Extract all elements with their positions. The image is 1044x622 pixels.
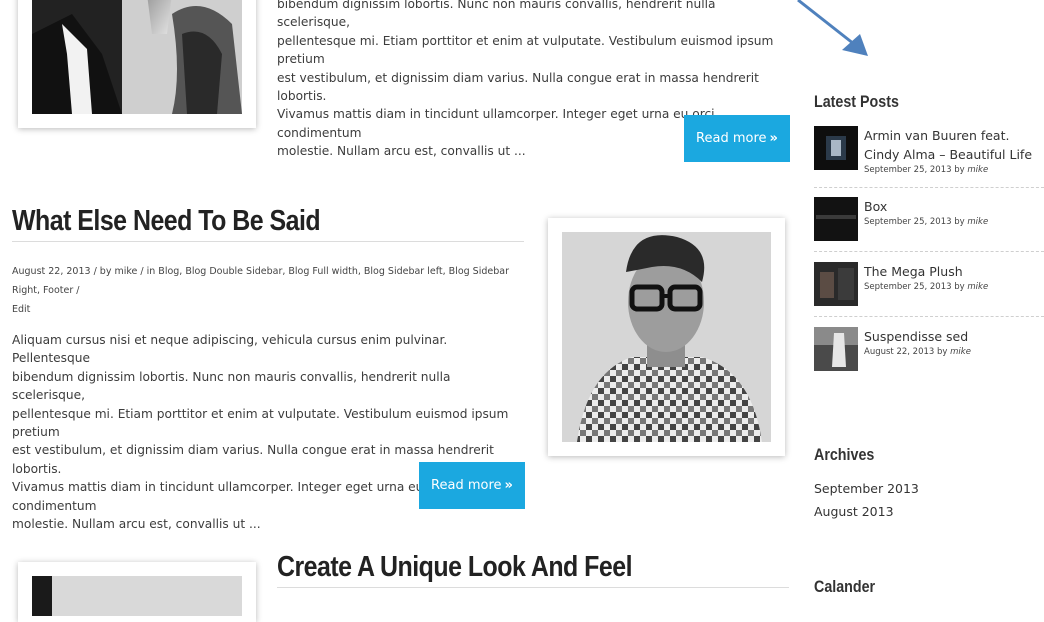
post-meta: August 22, 2013 / by mike / in Blog, Blo… xyxy=(12,262,527,319)
album-thumbnail-icon xyxy=(814,126,858,170)
latest-post-title[interactable]: Box xyxy=(864,197,1044,216)
list-divider xyxy=(814,316,1044,317)
title-divider xyxy=(12,241,524,242)
list-divider xyxy=(814,251,1044,252)
double-chevron-right-icon: » xyxy=(504,478,513,493)
latest-post-title[interactable]: Suspendisse sed xyxy=(864,327,1044,346)
post-title[interactable]: What Else Need To Be Said xyxy=(12,205,321,238)
latest-post-thumbnail[interactable] xyxy=(814,197,858,241)
list-divider xyxy=(814,187,1044,188)
latest-post-title[interactable]: Armin van Buuren feat. Cindy Alma – Beau… xyxy=(864,126,1044,164)
archives-heading: Archives xyxy=(814,445,875,464)
read-more-label: Read more xyxy=(431,478,502,493)
post-meta-text: August 22, 2013 / by mike / in Blog, Blo… xyxy=(12,266,509,296)
latest-post-thumbnail[interactable] xyxy=(814,262,858,306)
post-image[interactable] xyxy=(32,576,242,616)
archive-link-august-2013[interactable]: August 2013 xyxy=(814,504,894,519)
read-more-button[interactable]: Read more» xyxy=(419,462,525,509)
latest-post-date: September 25, 2013 by mike xyxy=(864,165,989,175)
photo-icon xyxy=(32,576,242,616)
latest-post-item[interactable]: Box September 25, 2013 by mike xyxy=(814,197,1044,241)
title-divider xyxy=(277,587,789,588)
latest-post-item[interactable]: The Mega Plush September 25, 2013 by mik… xyxy=(814,262,1044,306)
latest-post-thumbnail[interactable] xyxy=(814,126,858,170)
read-more-button[interactable]: Read more» xyxy=(684,115,790,162)
read-more-label: Read more xyxy=(696,131,767,146)
post-image-couple[interactable] xyxy=(32,0,242,114)
latest-posts-heading: Latest Posts xyxy=(814,92,899,111)
edit-link[interactable]: Edit xyxy=(12,304,30,315)
calendar-heading: Calander xyxy=(814,577,876,596)
latest-post-date: September 25, 2013 by mike xyxy=(864,282,989,292)
post-image-frame[interactable] xyxy=(548,218,785,456)
landscape-thumbnail-icon xyxy=(814,327,858,371)
arrow-annotation-icon xyxy=(797,0,868,56)
latest-post-thumbnail[interactable] xyxy=(814,327,858,371)
post-image-frame[interactable] xyxy=(18,0,256,128)
couple-photo-icon xyxy=(32,0,242,114)
post-title[interactable]: Create A Unique Look And Feel xyxy=(277,551,633,584)
latest-post-item[interactable]: Suspendisse sed August 22, 2013 by mike xyxy=(814,327,1044,371)
box-thumbnail-icon xyxy=(814,197,858,241)
latest-post-date: September 25, 2013 by mike xyxy=(864,217,989,227)
plush-thumbnail-icon xyxy=(814,262,858,306)
man-portrait-icon xyxy=(562,232,771,442)
double-chevron-right-icon: » xyxy=(769,131,778,146)
archive-link-september-2013[interactable]: September 2013 xyxy=(814,481,919,496)
latest-post-title[interactable]: The Mega Plush xyxy=(864,262,1044,281)
latest-post-item[interactable]: Armin van Buuren feat. Cindy Alma – Beau… xyxy=(814,126,1044,182)
latest-post-date: August 22, 2013 by mike xyxy=(864,347,971,357)
post-image-frame[interactable] xyxy=(18,562,256,622)
post-image-man-glasses[interactable] xyxy=(562,232,771,442)
